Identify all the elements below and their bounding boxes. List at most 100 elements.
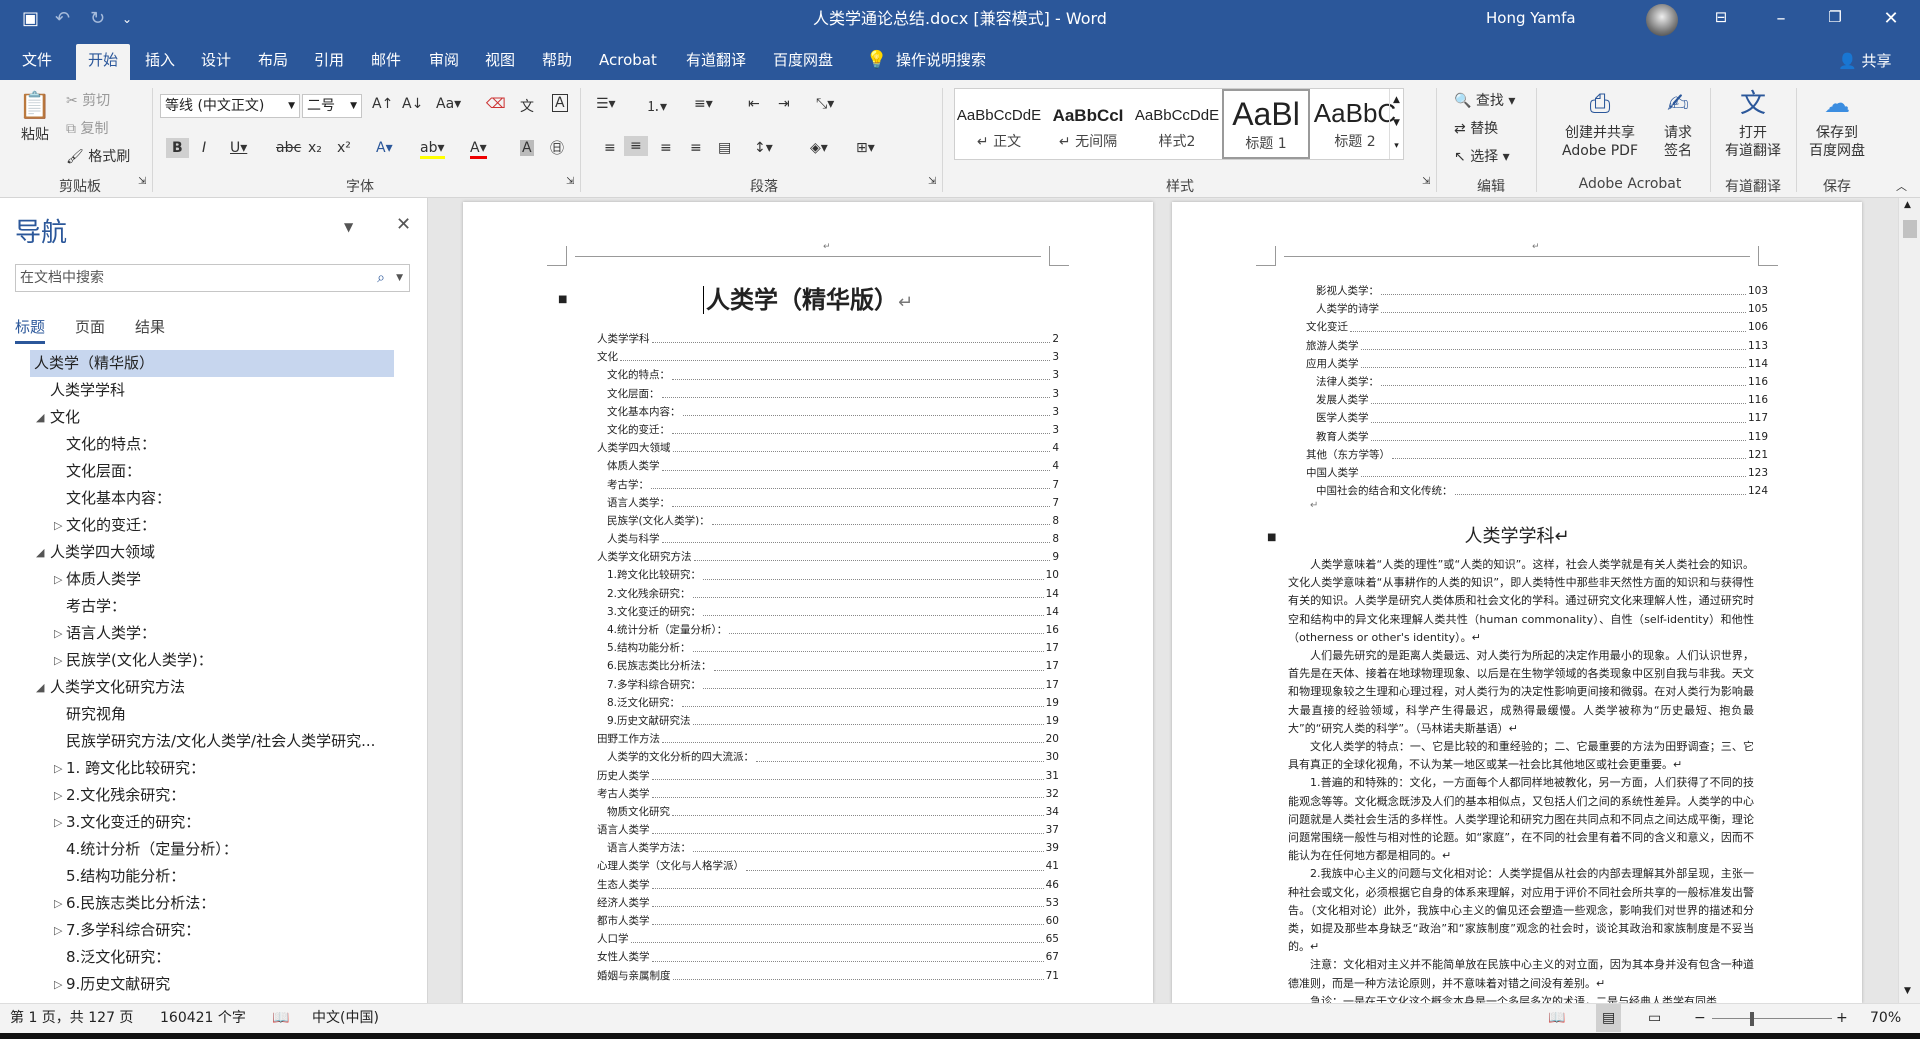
toc-entry[interactable]: 6.民族志类比分析法： 17 xyxy=(597,657,1059,676)
toc-entry[interactable]: 生态人类学 46 xyxy=(597,875,1059,894)
expand-triangle-icon[interactable]: ▷ xyxy=(54,620,62,647)
create-pdf-button[interactable]: ⎙ 创建并共享 Adobe PDF xyxy=(1552,88,1648,160)
heading-tree-item[interactable]: 5.结构功能分析： xyxy=(0,863,428,890)
borders-icon[interactable]: ⊞▾ xyxy=(856,140,875,156)
strikethrough-icon[interactable]: abc xyxy=(276,140,301,156)
font-launcher-icon[interactable]: ⇲ xyxy=(566,176,574,187)
zoom-in-icon[interactable]: + xyxy=(1836,1004,1848,1032)
chevron-down-icon[interactable]: ▼ xyxy=(344,220,353,234)
toc-entry[interactable]: 历史人类学 31 xyxy=(597,766,1059,785)
distributed-icon[interactable]: ▤ xyxy=(718,140,731,156)
user-name[interactable]: Hong Yamfa xyxy=(1486,9,1576,27)
align-left-icon[interactable]: ≡ xyxy=(604,140,616,156)
toc-entry[interactable]: 婚姻与亲属制度 71 xyxy=(597,966,1059,985)
underline-icon[interactable]: U▾ xyxy=(230,140,247,156)
heading-tree-item[interactable]: 研究视角 xyxy=(0,701,428,728)
style-heading-2[interactable]: AaBbC 标题 2 xyxy=(1311,89,1399,159)
heading-tree-item[interactable]: 文化的特点： xyxy=(0,431,428,458)
toc-entry[interactable]: 7.多学科综合研究： 17 xyxy=(597,675,1059,694)
search-icon[interactable]: ⌕ xyxy=(377,265,385,291)
expand-triangle-icon[interactable]: ▷ xyxy=(54,971,62,998)
phonetic-guide-icon[interactable]: 文 xyxy=(520,96,534,116)
character-shading-icon[interactable]: A xyxy=(520,140,534,156)
toc-entry[interactable]: 经济人类学 53 xyxy=(597,893,1059,912)
heading-tree-item[interactable]: ▷ 民族学(文化人类学)： xyxy=(0,647,428,674)
line-spacing-icon[interactable]: ↕▾ xyxy=(754,140,773,156)
heading-tree-item[interactable]: ◢ 文化 xyxy=(0,404,428,431)
increase-indent-icon[interactable]: ⇥ xyxy=(778,96,790,112)
grow-font-icon[interactable]: A↑ xyxy=(372,96,393,112)
tab-mailings[interactable]: 邮件 xyxy=(371,50,401,70)
align-center-icon[interactable]: ≡ xyxy=(624,136,648,156)
expand-triangle-icon[interactable]: ▷ xyxy=(54,512,62,539)
toc-entry[interactable]: 3.文化变迁的研究： 14 xyxy=(597,602,1059,621)
toc-entry[interactable]: 人类与科学 8 xyxy=(597,530,1059,549)
heading-tree-item[interactable]: 文化基本内容： xyxy=(0,485,428,512)
zoom-slider-thumb[interactable] xyxy=(1750,1012,1754,1026)
toc-entry[interactable]: 2.文化残余研究： 14 xyxy=(597,584,1059,603)
collapse-ribbon-icon[interactable]: ︿ xyxy=(1896,178,1907,194)
superscript-icon[interactable]: x² xyxy=(337,140,351,156)
tell-me-search[interactable]: 操作说明搜索 xyxy=(896,50,986,70)
toc-entry[interactable]: 人口学 65 xyxy=(597,930,1059,949)
heading-tree-item[interactable]: 考古学： xyxy=(0,593,428,620)
baidu-save-button[interactable]: ☁ 保存到 百度网盘 xyxy=(1800,88,1874,160)
text-effects-icon[interactable]: A▾ xyxy=(376,140,393,156)
bold-icon[interactable]: B xyxy=(166,138,189,158)
avatar[interactable] xyxy=(1646,4,1678,36)
toc-entry[interactable]: 发展人类学 116 xyxy=(1306,391,1768,410)
toc-entry[interactable]: 中国人类学 123 xyxy=(1306,463,1768,483)
heading-tree-item[interactable]: 民族学研究方法/文化人类学/社会人类学研究... xyxy=(0,728,428,755)
toc-entry[interactable]: 语言人类学方法： 39 xyxy=(597,839,1059,858)
scroll-thumb[interactable] xyxy=(1903,220,1917,238)
heading-tree-item[interactable]: ▷ 3.文化变迁的研究： xyxy=(0,809,428,836)
multilevel-list-icon[interactable]: ≡▾ xyxy=(694,96,713,112)
change-case-icon[interactable]: Aa▾ xyxy=(436,96,461,112)
clear-formatting-icon[interactable]: ⌫ xyxy=(486,96,506,112)
tab-references[interactable]: 引用 xyxy=(314,50,344,70)
justify-icon[interactable]: ≡ xyxy=(690,140,702,156)
document-page-1[interactable]: ↵ ■ 人类学（精华版）↵ 人类学学科 2 文化 3 文化的特点： 3 文化层面： 3 文化基本… xyxy=(463,202,1153,1003)
toc-entry[interactable]: 人类学的诗学 105 xyxy=(1306,300,1768,319)
toc-entry[interactable]: 人类学四大领域 4 xyxy=(597,439,1059,458)
toc-entry[interactable]: 女性人类学 67 xyxy=(597,948,1059,967)
restore-icon[interactable]: ❐ xyxy=(1820,8,1850,26)
vertical-scrollbar[interactable]: ▲ ▼ xyxy=(1898,198,1920,1003)
tab-insert[interactable]: 插入 xyxy=(145,50,175,70)
heading-tree-item[interactable]: ▷ 体质人类学 xyxy=(0,566,428,593)
toc-entry[interactable]: 文化变迁 106 xyxy=(1306,318,1768,337)
toc-entry[interactable]: 考古人类学 32 xyxy=(597,784,1059,803)
enclose-characters-icon[interactable]: ㊐ xyxy=(550,138,564,158)
web-layout-icon[interactable]: ▭ xyxy=(1648,1004,1661,1032)
read-mode-icon[interactable]: 📖 xyxy=(1548,1004,1565,1032)
heading-tree-item[interactable]: ▷ 2.文化残余研究： xyxy=(0,782,428,809)
text-direction-icon[interactable]: ⤡▾ xyxy=(816,96,834,112)
heading-tree-item[interactable]: ▷ 文化的变迁： xyxy=(0,512,428,539)
toc-entry[interactable]: 田野工作方法 20 xyxy=(597,730,1059,749)
youdao-open-button[interactable]: 文 打开 有道翻译 xyxy=(1716,88,1790,160)
style-heading-1[interactable]: AaBl 标题 1 xyxy=(1222,89,1310,159)
expand-triangle-icon[interactable]: ▷ xyxy=(54,890,62,917)
collapse-triangle-icon[interactable]: ◢ xyxy=(36,404,44,431)
heading-tree-item[interactable]: 人类学学科 xyxy=(0,377,428,404)
select-button[interactable]: ↖ 选择 ▾ xyxy=(1454,146,1510,166)
toc-entry[interactable]: 考古学： 7 xyxy=(597,475,1059,494)
tab-review[interactable]: 审阅 xyxy=(429,50,459,70)
toc-entry[interactable]: 8.泛文化研究： 19 xyxy=(597,693,1059,712)
heading-tree-item[interactable]: ▷ 1. 跨文化比较研究： xyxy=(0,755,428,782)
toc-entry[interactable]: 文化基本内容： 3 xyxy=(597,402,1059,421)
toc-entry[interactable]: 中国社会的结合和文化传统： 124 xyxy=(1306,482,1768,501)
expand-triangle-icon[interactable]: ▷ xyxy=(54,809,62,836)
style-2[interactable]: AaBbCcDdE 样式2 xyxy=(1133,89,1221,159)
align-right-icon[interactable]: ≡ xyxy=(660,140,672,156)
bullets-icon[interactable]: ☰▾ xyxy=(596,96,616,112)
expand-triangle-icon[interactable]: ▷ xyxy=(54,755,62,782)
request-signature-button[interactable]: ✍ 请求 签名 xyxy=(1654,88,1702,160)
share-button[interactable]: 👤 共享 xyxy=(1838,50,1891,71)
paragraph-launcher-icon[interactable]: ⇲ xyxy=(928,176,936,187)
toc-entry[interactable]: 语言人类学 37 xyxy=(597,821,1059,840)
character-border-icon[interactable]: A xyxy=(552,94,568,112)
expand-triangle-icon[interactable]: ▷ xyxy=(54,647,62,674)
toc-entry[interactable]: 1.跨文化比较研究： 10 xyxy=(597,566,1059,585)
nav-tab-pages[interactable]: 页面 xyxy=(75,316,105,337)
